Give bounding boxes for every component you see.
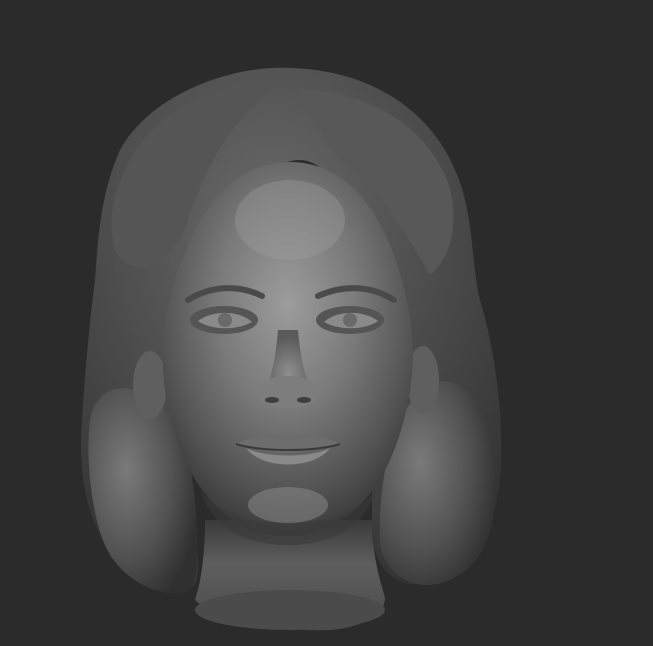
sculpt-canvas[interactable] [0,0,653,646]
chin-highlight [248,487,328,523]
nostril-right [297,397,311,403]
neck-cut-surface [195,590,385,630]
forehead-highlight [235,180,345,260]
ear-left [133,351,167,419]
iris-left [218,313,232,327]
nose-tip [256,376,320,408]
nostril-left [265,397,279,403]
iris-right [343,313,357,327]
sculpt-viewport[interactable] [0,0,653,646]
